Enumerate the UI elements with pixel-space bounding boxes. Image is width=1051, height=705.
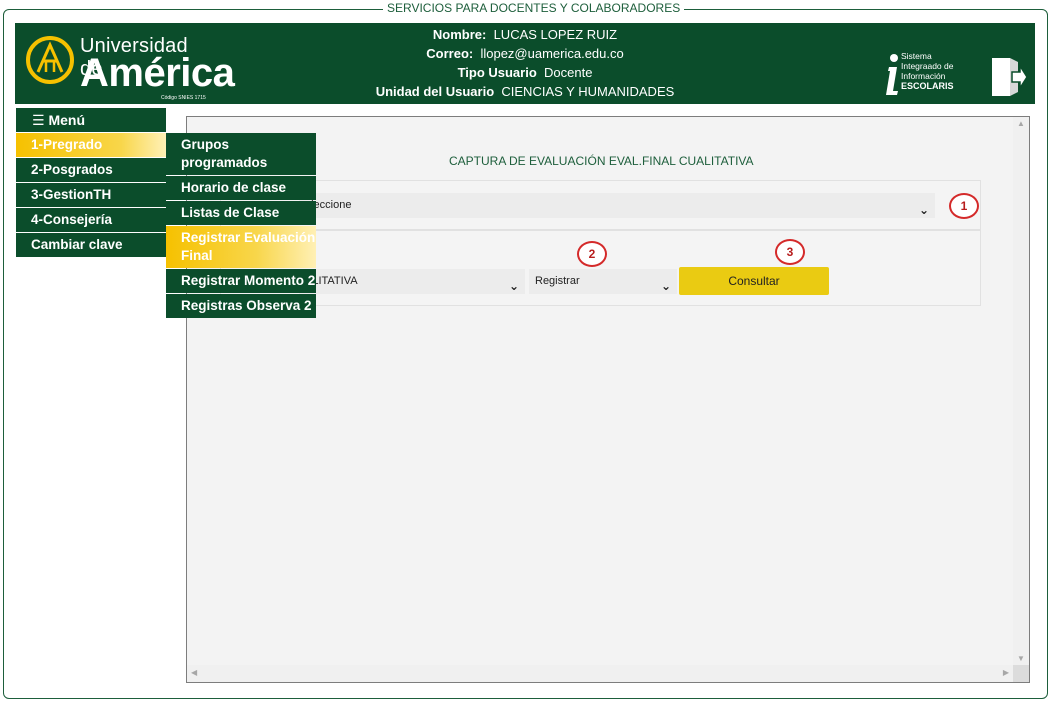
step-badge-1: 1	[949, 193, 979, 219]
scroll-up-icon[interactable]: ▲	[1017, 120, 1025, 128]
options-panel	[220, 230, 981, 306]
user-type-value: Docente	[544, 65, 593, 80]
nav-item-cambiar-clave[interactable]: Cambiar clave	[16, 233, 166, 257]
evaluation-type-select[interactable]: ALITATIVA ⌄	[299, 269, 525, 294]
nav-item-pregrado[interactable]: 1-Pregrado	[16, 133, 166, 157]
vertical-scrollbar[interactable]: ▲ ▼	[1013, 117, 1029, 666]
user-unit-value: CIENCIAS Y HUMANIDADES	[501, 84, 675, 99]
escolaris-text: Sistema Integraado de Información ESCOLA…	[901, 51, 954, 91]
logout-icon[interactable]	[990, 54, 1028, 100]
escolaris-line3: Información	[901, 71, 946, 81]
group-select[interactable]: eleccione ⌄	[299, 193, 935, 218]
user-info: Nombre: LUCAS LOPEZ RUIZ Correo: llopez@…	[15, 25, 1035, 101]
chevron-down-icon: ⌄	[508, 279, 519, 293]
submenu-item-horario-de-clase[interactable]: Horario de clase	[166, 176, 316, 200]
user-type-label: Tipo Usuario	[457, 65, 537, 80]
email-label: Correo:	[426, 46, 474, 61]
email-value: llopez@uamerica.edu.co	[480, 46, 624, 61]
submenu-item-registras-observa-2[interactable]: Registras Observa 2	[166, 294, 316, 318]
scrollbar-corner	[1013, 665, 1029, 682]
submenu-item-registrar-evaluacion-final[interactable]: Registrar Evaluación Final	[166, 226, 316, 268]
info-icon	[886, 54, 898, 95]
submenu-item-registrar-momento-2[interactable]: Registrar Momento 2	[166, 269, 316, 293]
consultar-button[interactable]: Consultar	[679, 267, 829, 295]
frame-title: SERVICIOS PARA DOCENTES Y COLABORADORES	[383, 0, 685, 16]
scroll-right-icon[interactable]: ▶	[1003, 669, 1009, 677]
scroll-left-icon[interactable]: ◀	[191, 669, 197, 677]
nav-item-consejeria[interactable]: 4-Consejería	[16, 208, 166, 232]
escolaris-line4: ESCOLARIS	[901, 81, 954, 91]
escolaris-line2: Integraado de	[901, 61, 954, 71]
side-nav: ☰ Menú 1-Pregrado 2-Posgrados 3-GestionT…	[16, 108, 166, 257]
name-value: LUCAS LOPEZ RUIZ	[493, 27, 618, 42]
step-badge-2: 2	[577, 241, 607, 267]
submenu-item-listas-de-clase[interactable]: Listas de Clase	[166, 201, 316, 225]
chevron-down-icon: ⌄	[660, 279, 671, 293]
menu-toggle[interactable]: ☰ Menú	[16, 108, 166, 132]
escolaris-line1: Sistema	[901, 51, 932, 61]
escolaris-logo: Sistema Integraado de Información ESCOLA…	[883, 51, 963, 101]
action-select-value: Registrar	[535, 275, 580, 287]
step-badge-3: 3	[775, 239, 805, 265]
nav-item-gestionth[interactable]: 3-GestionTH	[16, 183, 166, 207]
chevron-down-icon: ⌄	[918, 203, 929, 217]
pregrado-submenu: Grupos programados Horario de clase List…	[166, 133, 316, 319]
submenu-item-grupos-programados[interactable]: Grupos programados	[166, 133, 316, 175]
user-unit-label: Unidad del Usuario	[375, 84, 495, 99]
action-select[interactable]: Registrar ⌄	[529, 269, 677, 294]
header-bar: Universidad de América Código SNIES 1715…	[15, 23, 1035, 104]
form-title: CAPTURA DE EVALUACIÓN EVAL.FINAL CUALITA…	[449, 154, 754, 168]
nav-item-posgrados[interactable]: 2-Posgrados	[16, 158, 166, 182]
horizontal-scrollbar[interactable]: ◀ ▶	[187, 665, 1013, 682]
name-label: Nombre:	[432, 27, 487, 42]
scroll-down-icon[interactable]: ▼	[1017, 655, 1025, 663]
